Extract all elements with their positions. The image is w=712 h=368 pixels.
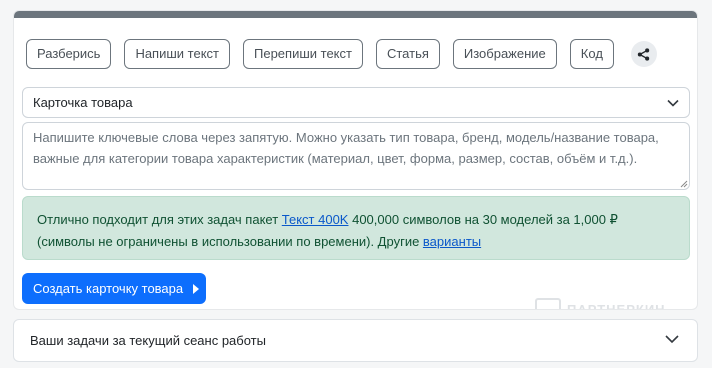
keywords-placeholder: Напишите ключевые слова через запятую. М… bbox=[33, 130, 659, 166]
tab-rewrite-text[interactable]: Перепиши текст bbox=[243, 39, 363, 69]
task-type-select[interactable]: Карточка товара bbox=[22, 87, 690, 118]
variants-link[interactable]: варианты bbox=[423, 234, 481, 249]
session-tasks-accordion[interactable]: Ваши задачи за текущий сеанс работы bbox=[13, 319, 698, 362]
share-icon bbox=[638, 47, 650, 61]
alert-text-before: Отлично подходит для этих задач пакет bbox=[37, 212, 282, 227]
tab-code[interactable]: Код bbox=[569, 39, 614, 69]
resize-grip-icon[interactable] bbox=[680, 180, 688, 188]
tab-razberis[interactable]: Разберись bbox=[26, 39, 112, 69]
create-card-label: Создать карточку товара bbox=[33, 281, 184, 296]
share-button[interactable] bbox=[630, 41, 657, 67]
card-top-bar bbox=[14, 11, 697, 18]
tab-image[interactable]: Изображение bbox=[452, 39, 557, 69]
package-link[interactable]: Текст 400K bbox=[282, 212, 349, 227]
watermark-text: ПАРТНЕРКИН bbox=[567, 301, 666, 310]
keywords-textarea[interactable]: Напишите ключевые слова через запятую. М… bbox=[22, 122, 690, 190]
create-card-button[interactable]: Создать карточку товара bbox=[22, 273, 206, 304]
watermark: ПАРТНЕРКИН bbox=[535, 298, 666, 310]
caret-right-icon bbox=[192, 284, 199, 294]
task-type-value: Карточка товара bbox=[33, 95, 133, 110]
package-suggestion-alert: Отлично подходит для этих задач пакет Те… bbox=[22, 196, 690, 260]
tab-article[interactable]: Статья bbox=[375, 39, 440, 69]
tab-write-text[interactable]: Напиши текст bbox=[124, 39, 230, 69]
task-tabs: Разберись Напиши текст Перепиши текст Ст… bbox=[26, 39, 657, 69]
chevron-down-icon bbox=[667, 99, 679, 107]
chevron-down-icon bbox=[665, 335, 679, 344]
session-tasks-label: Ваши задачи за текущий сеанс работы bbox=[30, 333, 266, 348]
generator-card: Разберись Напиши текст Перепиши текст Ст… bbox=[13, 10, 698, 310]
watermark-logo-icon bbox=[535, 298, 561, 309]
